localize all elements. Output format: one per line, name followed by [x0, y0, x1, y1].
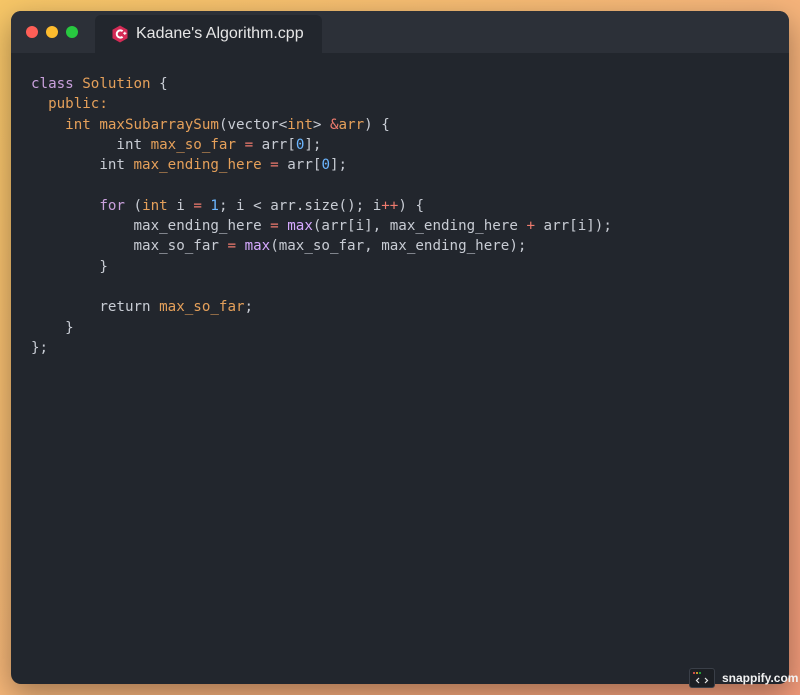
code-token: (arr[i], max_ending_here — [312, 218, 527, 235]
code-brackets-icon — [689, 668, 715, 688]
code-line: }; — [31, 338, 612, 358]
code-token: (vector< — [218, 116, 288, 133]
code-line: public: — [31, 94, 612, 114]
title-bar: Kadane's Algorithm.cpp — [11, 11, 789, 53]
code-token: max_so_far — [159, 299, 245, 316]
code-token: for — [99, 197, 125, 214]
code-token: ( — [124, 197, 143, 214]
minimize-window-button[interactable] — [46, 26, 58, 38]
code-token: ; — [244, 299, 254, 316]
code-token: maxSubarraySum — [99, 116, 219, 133]
code-token: i — [167, 197, 194, 214]
code-token: arr[ — [253, 136, 296, 153]
code-token: arr[i]); — [534, 218, 612, 235]
code-token: max_so_far — [150, 136, 237, 153]
maximize-window-button[interactable] — [66, 26, 78, 38]
file-tab[interactable]: Kadane's Algorithm.cpp — [95, 15, 322, 53]
code-token: } — [31, 319, 74, 336]
code-token: int — [31, 157, 134, 174]
code-line: int maxSubarraySum(vector<int> &arr) { — [31, 115, 612, 135]
code-token: max_ending_here — [133, 157, 262, 174]
code-token: = — [270, 218, 279, 235]
code-token: ; i — [218, 197, 254, 214]
code-token: + — [526, 218, 535, 235]
code-token: return — [31, 299, 160, 316]
code-token: max — [287, 218, 313, 235]
watermark-label: snappify.com — [722, 671, 799, 685]
code-line: } — [31, 257, 612, 277]
code-token: } — [31, 258, 108, 275]
code-token: & — [330, 116, 339, 133]
code-line: max_so_far = max(max_so_far, max_ending_… — [31, 236, 612, 256]
code-token: 1 — [210, 197, 219, 214]
cpp-file-icon — [111, 25, 129, 43]
code-token: Solution — [82, 76, 151, 92]
code-token: public: — [48, 96, 108, 113]
code-token: = — [193, 197, 202, 214]
code-token: ) { — [364, 116, 390, 133]
code-token: arr.size(); i — [261, 197, 382, 214]
code-line: return max_so_far; — [31, 297, 612, 317]
code-token: (max_so_far, max_ending_here); — [270, 238, 527, 255]
code-token: int — [287, 116, 313, 133]
code-token: = — [270, 157, 279, 174]
code-line: for (int i = 1; i < arr.size(); i++) { — [31, 196, 612, 216]
close-window-button[interactable] — [26, 26, 38, 38]
code-token: { — [150, 76, 168, 92]
code-token: arr — [338, 116, 365, 133]
code-token: ++ — [381, 197, 399, 214]
code-token: arr[ — [278, 157, 322, 174]
code-token: max_ending_here — [31, 218, 271, 235]
code-token: ) { — [398, 197, 424, 214]
code-token: ]; — [304, 136, 322, 153]
code-token: int — [65, 116, 91, 133]
code-token: > — [312, 116, 330, 133]
code-editor[interactable]: class Solution { public: int maxSubarray… — [31, 74, 612, 358]
code-token: }; — [31, 339, 49, 356]
snappify-watermark[interactable]: snappify.com — [689, 668, 798, 688]
code-token: int — [31, 136, 151, 153]
code-line: } — [31, 318, 612, 338]
code-token: = — [227, 238, 237, 255]
code-token: class — [31, 76, 83, 92]
code-token: ]; — [329, 157, 348, 174]
code-line: max_ending_here = max(arr[i], max_ending… — [31, 216, 612, 236]
code-token: max — [244, 238, 271, 255]
editor-window: Kadane's Algorithm.cpp class Solution { … — [11, 11, 789, 684]
file-tab-label: Kadane's Algorithm.cpp — [136, 25, 304, 42]
code-token: 0 — [321, 157, 330, 174]
code-token: < — [253, 197, 262, 214]
code-token: = — [244, 136, 254, 153]
code-token: int — [142, 197, 168, 214]
code-token: max_so_far — [31, 238, 228, 255]
code-line: class Solution { — [31, 74, 612, 94]
code-line: int max_ending_here = arr[0]; — [31, 155, 612, 175]
code-line: int max_so_far = arr[0]; — [31, 135, 612, 155]
